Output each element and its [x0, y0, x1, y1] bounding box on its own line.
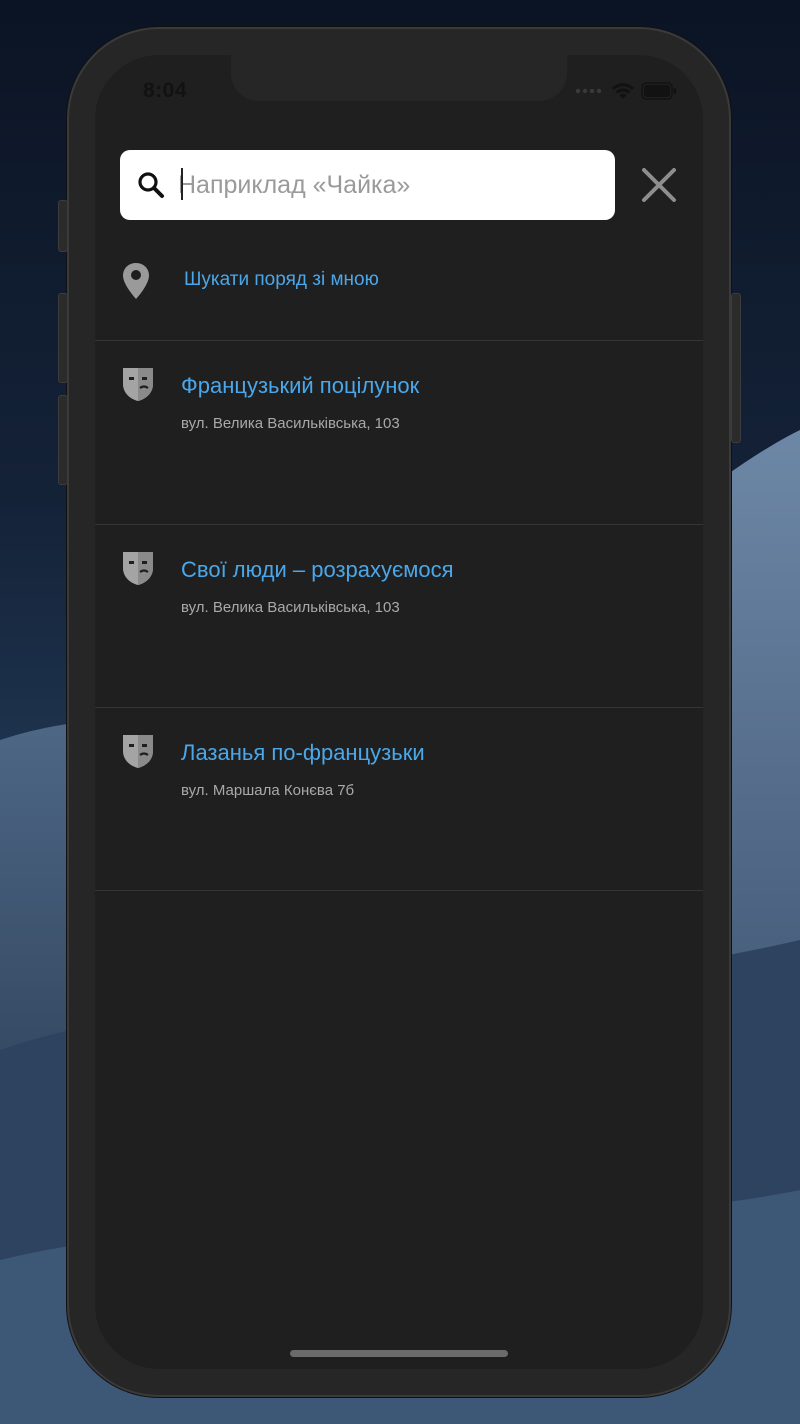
result-title: Французький поцілунок [181, 373, 420, 398]
search-nearby-button[interactable]: Шукати поряд зі мною [95, 255, 703, 340]
battery-icon [641, 82, 676, 100]
home-indicator[interactable] [290, 1350, 508, 1357]
theatre-mask-icon [123, 735, 153, 768]
location-pin-icon [123, 263, 149, 299]
search-bar [120, 150, 615, 220]
search-input[interactable] [178, 162, 598, 208]
result-item[interactable]: Свої люди – розрахуємося вул. Велика Вас… [95, 525, 703, 708]
notch [231, 55, 567, 101]
search-nearby-label: Шукати поряд зі мною [184, 269, 379, 290]
mute-switch [58, 200, 68, 252]
theatre-mask-icon [123, 552, 153, 585]
result-address: вул. Велика Васильківська, 103 [181, 415, 400, 432]
status-time: 8:04 [143, 79, 188, 102]
volume-down-button [58, 395, 68, 485]
search-icon [138, 172, 164, 198]
app-screen: 8:04 Наприклад «Чайка» Шукати поряд зі м… [95, 55, 703, 1369]
result-item[interactable]: Французький поцілунок вул. Велика Василь… [95, 341, 703, 524]
result-title: Свої люди – розрахуємося [181, 557, 454, 582]
divider [95, 890, 703, 891]
result-address: вул. Маршала Конєва 7б [181, 782, 355, 799]
result-item[interactable]: Лазанья по-французьки вул. Маршала Конєв… [95, 708, 703, 891]
status-icons [575, 81, 677, 101]
theatre-mask-icon [123, 368, 153, 401]
volume-up-button [58, 293, 68, 383]
text-caret [181, 168, 183, 200]
wifi-icon [611, 83, 635, 99]
result-address: вул. Велика Васильківська, 103 [181, 599, 400, 616]
power-button [731, 293, 741, 443]
result-title: Лазанья по-французьки [181, 740, 425, 765]
signal-icon [575, 88, 602, 94]
close-icon[interactable] [635, 163, 685, 209]
